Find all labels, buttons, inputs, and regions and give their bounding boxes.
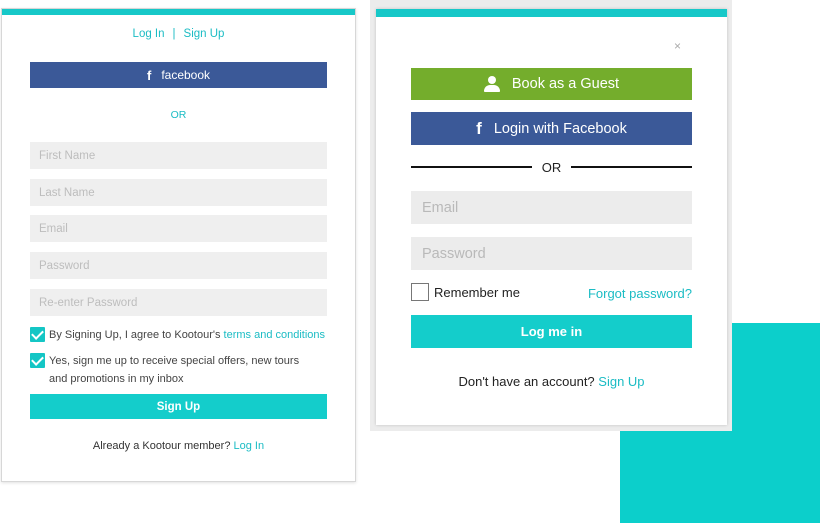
auth-tabs: Log In | Sign Up — [2, 28, 355, 40]
remember-me-label: Remember me — [434, 284, 520, 300]
member-login-link[interactable]: Log In — [234, 440, 265, 452]
facebook-button-label: facebook — [161, 68, 211, 82]
email-field[interactable] — [30, 215, 327, 242]
login-button[interactable]: Log me in — [411, 315, 692, 348]
tab-separator: | — [172, 28, 176, 40]
offers-checkbox[interactable] — [30, 353, 45, 368]
terms-checkbox[interactable] — [30, 327, 45, 342]
close-icon[interactable]: × — [674, 39, 681, 53]
auth-screens: Log In | Sign Up f facebook OR By Signing … — [0, 0, 820, 523]
or-divider: OR — [411, 159, 692, 175]
or-divider: OR — [170, 109, 187, 121]
person-icon — [483, 76, 500, 92]
divider-line — [411, 166, 532, 168]
offers-label: Yes, sign me up to receive special offer… — [49, 355, 300, 385]
facebook-signup-button[interactable]: f facebook — [30, 62, 327, 88]
forgot-password-link[interactable]: Forgot password? — [588, 286, 692, 301]
password-field[interactable] — [411, 237, 692, 270]
or-label: OR — [541, 159, 562, 175]
last-name-field[interactable] — [30, 179, 327, 206]
tab-login[interactable]: Log In — [133, 28, 165, 40]
no-account-text: Don't have an account? — [458, 374, 599, 389]
offers-row: Yes, sign me up to receive special offer… — [30, 352, 320, 388]
terms-text: By Signing Up, I agree to Kootour's — [49, 329, 224, 341]
login-panel: × Book as a Guest f Login with Facebook … — [376, 9, 727, 425]
member-prompt: Already a Kootour member? Log In — [2, 440, 355, 452]
email-field[interactable] — [411, 191, 692, 224]
member-text: Already a Kootour member? — [92, 440, 234, 452]
book-as-guest-button[interactable]: Book as a Guest — [411, 68, 692, 100]
guest-button-label: Book as a Guest — [511, 76, 620, 92]
signup-prompt: Don't have an account? Sign Up — [376, 374, 727, 389]
decorative-teal-block — [620, 430, 820, 523]
divider-line — [571, 166, 692, 168]
first-name-field[interactable] — [30, 142, 327, 169]
facebook-icon: f — [146, 67, 152, 83]
reenter-password-field[interactable] — [30, 289, 327, 316]
login-with-facebook-button[interactable]: f Login with Facebook — [411, 112, 692, 145]
signup-link[interactable]: Sign Up — [598, 374, 644, 389]
panel-accent-bar — [376, 9, 727, 17]
facebook-button-label: Login with Facebook — [493, 120, 627, 137]
password-field[interactable] — [30, 252, 327, 279]
facebook-icon: f — [476, 118, 482, 138]
remember-me-checkbox[interactable] — [411, 283, 429, 301]
panel-accent-bar — [2, 9, 355, 15]
signup-panel: Log In | Sign Up f facebook OR By Signing … — [1, 8, 356, 482]
tab-signup[interactable]: Sign Up — [184, 28, 225, 40]
terms-link[interactable]: terms and conditions — [224, 329, 326, 341]
terms-label: By Signing Up, I agree to Kootour's term… — [49, 326, 325, 344]
terms-row: By Signing Up, I agree to Kootour's term… — [30, 326, 330, 344]
signup-button[interactable]: Sign Up — [30, 394, 327, 419]
remember-me-row: Remember me — [411, 283, 520, 301]
